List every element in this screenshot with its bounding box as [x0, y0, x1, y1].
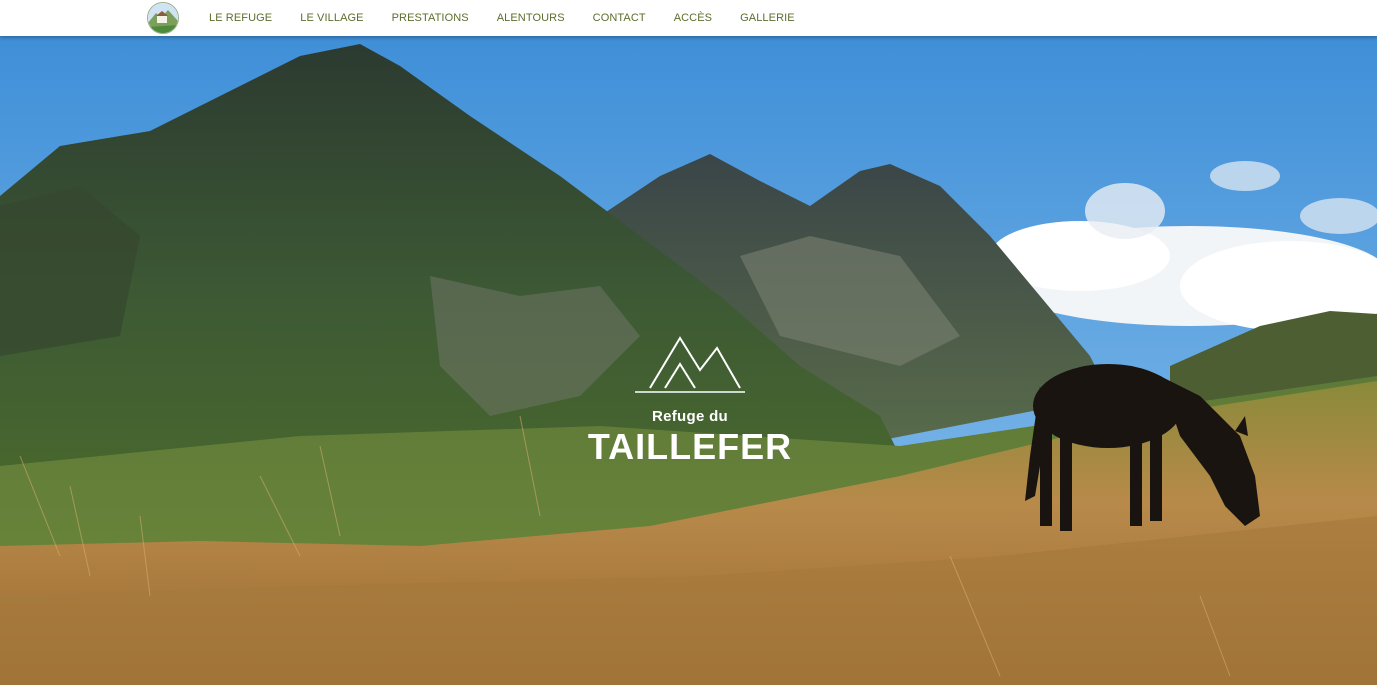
brand-subtitle: Refuge du: [651, 408, 729, 425]
menu-link-le-village[interactable]: LE VILLAGE: [286, 0, 377, 36]
menu-item-alentours: ALENTOURS: [483, 0, 579, 36]
menu-item-le-refuge: LE REFUGE: [195, 0, 286, 36]
mountain-peaks-icon: [635, 336, 745, 393]
menu-link-contact[interactable]: CONTACT: [579, 0, 660, 36]
refuge-logo-icon: [148, 3, 178, 33]
main-menu: LE REFUGE LE VILLAGE PRESTATIONS ALENTOU…: [195, 0, 809, 36]
menu-link-prestations[interactable]: PRESTATIONS: [378, 0, 483, 36]
menu-item-le-village: LE VILLAGE: [286, 0, 377, 36]
menu-item-acces: ACCÈS: [660, 0, 726, 36]
menu-item-prestations: PRESTATIONS: [378, 0, 483, 36]
menu-link-gallerie[interactable]: GALLERIE: [726, 0, 809, 36]
hero-banner: Refuge du TAILLEFER: [0, 36, 1377, 685]
refuge-brand-logo: Refuge du TAILLEFER: [570, 336, 810, 467]
brand-title: TAILLEFER: [587, 426, 793, 467]
menu-item-contact: CONTACT: [579, 0, 660, 36]
menu-item-gallerie: GALLERIE: [726, 0, 809, 36]
menu-link-alentours[interactable]: ALENTOURS: [483, 0, 579, 36]
menu-link-acces[interactable]: ACCÈS: [660, 0, 726, 36]
menu-link-le-refuge[interactable]: LE REFUGE: [195, 0, 286, 36]
top-navbar: LE REFUGE LE VILLAGE PRESTATIONS ALENTOU…: [0, 0, 1377, 36]
site-logo[interactable]: [147, 2, 179, 34]
